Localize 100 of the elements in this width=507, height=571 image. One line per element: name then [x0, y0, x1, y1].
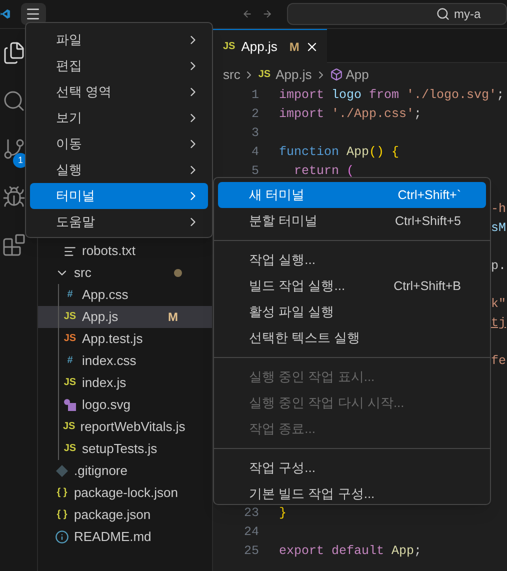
file-type-icon: JS [63, 312, 77, 322]
file-name: package-lock.json [74, 484, 178, 502]
tree-item[interactable]: JS index.js [38, 372, 212, 394]
menu-icon [25, 6, 42, 22]
menu-item[interactable]: 기본 빌드 작업 구성... [218, 481, 486, 507]
cube-icon [330, 68, 343, 81]
file-name: App.test.js [82, 330, 144, 348]
tree-item[interactable]: logo.svg [38, 394, 212, 416]
tree-item[interactable]: src [38, 262, 212, 284]
modified-status: M [289, 38, 300, 56]
file-name: .gitignore [74, 462, 128, 480]
menu-item[interactable]: 보기 [30, 105, 208, 131]
editor-tab[interactable]: JS App.js M [213, 29, 328, 63]
file-name: README.md [74, 528, 152, 546]
bug-icon[interactable] [2, 185, 26, 209]
search-text: my-a [454, 6, 481, 23]
file-name: index.css [82, 352, 138, 370]
tree-item[interactable]: .gitignore [38, 460, 212, 482]
breadcrumb[interactable]: App.js [276, 64, 312, 84]
file-name: package.json [74, 506, 152, 524]
file-type-icon: { } [55, 488, 69, 498]
tree-item[interactable]: README.md [38, 526, 212, 548]
search-field[interactable]: my-a [287, 3, 507, 25]
file-name: App.css [82, 286, 130, 304]
code-line: import logo from './logo.svg'; [279, 87, 504, 104]
code-line: fe [491, 353, 506, 370]
code-line: sM [491, 220, 506, 238]
file-name: src [74, 264, 92, 282]
file-type-icon: JS [63, 378, 77, 388]
code-line: import './App.css'; [279, 106, 422, 124]
text-file-icon [63, 244, 77, 258]
line-number: 4 [250, 144, 259, 162]
branch-icon[interactable] [2, 137, 26, 161]
code-line: -h [491, 201, 506, 218]
menu-item[interactable]: 선택 영역 [30, 79, 208, 105]
tree-item[interactable]: # App.css [38, 284, 212, 306]
menu-item[interactable]: 작업 구성... [218, 455, 486, 481]
shortcut-label: Ctrl+Shift+` [398, 186, 461, 204]
menu-item[interactable]: 분할 터미널 Ctrl+Shift+5 [218, 208, 486, 234]
file-name: setupTests.js [82, 440, 158, 458]
menu-item[interactable]: 빌드 작업 실행... Ctrl+Shift+B [218, 273, 486, 299]
file-name: logo.svg [82, 396, 132, 414]
file-type-icon: JS [63, 422, 76, 432]
shortcut-label: Ctrl+Shift+5 [394, 212, 461, 230]
menu-item[interactable]: 터미널 [30, 183, 208, 209]
file-type-icon: JS [63, 334, 77, 344]
file-type-icon: # [63, 356, 77, 366]
code-line: function App() { [279, 144, 400, 162]
line-number: 25 [242, 543, 259, 560]
search-icon [436, 7, 450, 21]
line-number: 23 [242, 505, 259, 522]
file-name: robots.txt [82, 242, 136, 260]
tree-item[interactable]: JS App.test.js [38, 328, 212, 350]
tab-label: App.js [241, 38, 278, 56]
shortcut-label: Ctrl+Shift+B [394, 278, 461, 295]
file-type-icon: { } [55, 510, 69, 520]
menu-item[interactable]: 선택한 텍스트 실행 [218, 325, 486, 351]
tree-item[interactable]: { } package-lock.json [38, 482, 212, 504]
menu-item[interactable]: 파일 [30, 27, 208, 53]
line-number: 1 [250, 87, 259, 104]
code-line: tj [491, 315, 506, 332]
tree-item[interactable]: { } package.json [38, 504, 212, 526]
file-name: index.js [82, 374, 128, 392]
js-file-icon: JS [258, 67, 271, 82]
menu-item[interactable]: 활성 파일 실행 [218, 299, 486, 325]
menu-item[interactable]: 편집 [30, 53, 208, 79]
image-file-icon [63, 398, 77, 412]
code-line: } [279, 505, 287, 522]
tree-item[interactable]: robots.txt [38, 240, 212, 262]
line-number: 2 [250, 106, 259, 124]
code-line: return ( [293, 163, 354, 180]
diamond-icon [55, 464, 69, 478]
info-icon [55, 530, 69, 544]
js-file-icon: JS [223, 39, 236, 54]
code-line: p. [491, 258, 506, 276]
file-type-icon: JS [63, 444, 77, 454]
file-type-icon: # [63, 290, 77, 300]
menu-button[interactable] [20, 3, 46, 25]
menu-item[interactable]: 새 터미널 Ctrl+Shift+` [218, 182, 486, 208]
tree-item[interactable]: # index.css [38, 350, 212, 372]
files-icon[interactable] [2, 41, 26, 65]
blocks-icon[interactable] [2, 233, 26, 257]
code-line: export default App; [279, 543, 422, 560]
line-number: 3 [250, 125, 259, 142]
menu-item[interactable]: 이동 [30, 131, 208, 157]
tree-item[interactable]: JS setupTests.js [38, 438, 212, 460]
menu-item[interactable]: 도움말 [30, 209, 208, 235]
tree-item[interactable]: JS App.js M [38, 306, 212, 328]
tree-item[interactable]: JS reportWebVitals.js [38, 416, 212, 438]
menu-item[interactable]: 작업 실행... [218, 247, 486, 273]
file-name: reportWebVitals.js [80, 418, 186, 436]
modified-status: M [168, 309, 178, 326]
breadcrumb[interactable]: App [346, 64, 369, 84]
file-name: App.js [82, 308, 120, 326]
menu-item[interactable]: 실행 [30, 157, 208, 183]
code-line: k" [491, 296, 506, 314]
line-number: 24 [242, 524, 259, 542]
line-number: 5 [250, 163, 259, 180]
search-icon[interactable] [2, 89, 26, 113]
breadcrumb[interactable]: src [223, 64, 240, 84]
